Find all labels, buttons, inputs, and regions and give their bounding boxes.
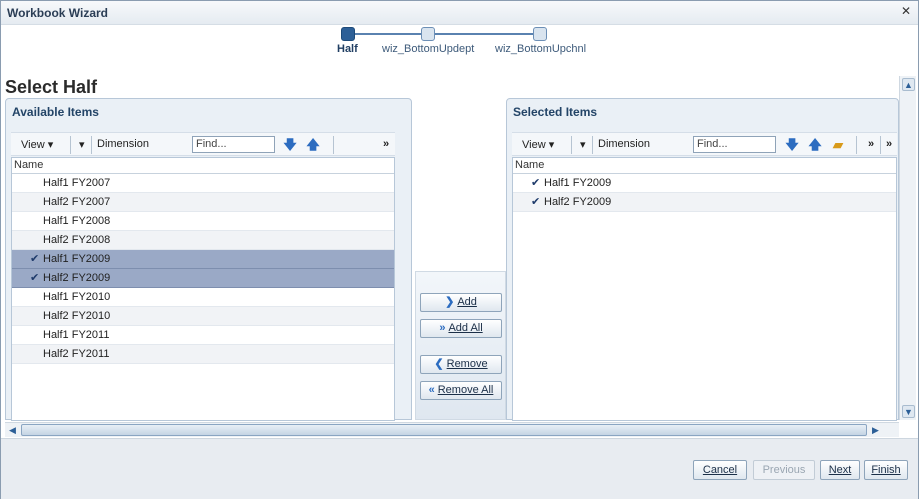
toolbar-overflow-icon[interactable]: » [868, 138, 874, 150]
list-item-label: Half2 FY2010 [43, 310, 111, 322]
column-header-name[interactable]: Name [513, 158, 896, 174]
available-toolbar: View ▾ ▾ Dimension Find... 🡇 🡅 » [11, 132, 395, 156]
previous-button[interactable]: Previous [753, 460, 815, 480]
chevron-left-icon: ❮ [434, 358, 444, 370]
list-item[interactable]: ✔ Half2 FY2009 [513, 193, 896, 212]
selected-toolbar: View ▾ ▾ Dimension Find... 🡇 🡅 ▰ » » [512, 132, 897, 156]
dialog-title: Workbook Wizard [7, 6, 109, 20]
train-label-bottomupchnl[interactable]: wiz_BottomUpchnl [495, 43, 586, 55]
arrow-down-icon[interactable]: 🡇 [282, 136, 298, 153]
cancel-button[interactable]: Cancel [693, 460, 747, 480]
list-item[interactable]: Half2 FY2008 [12, 231, 394, 250]
checkmark-icon: ✔ [531, 177, 541, 189]
find-input[interactable]: Find... [192, 136, 275, 153]
dimension-label[interactable]: Dimension [598, 138, 650, 150]
toolbar-overflow-icon[interactable]: » [383, 138, 389, 150]
double-chevron-left-icon: « [428, 384, 435, 396]
list-item[interactable]: Half2 FY2011 [12, 345, 394, 364]
list-item-label: Half1 FY2009 [43, 253, 111, 265]
selected-items-panel: Selected Items View ▾ ▾ Dimension Find..… [506, 98, 899, 421]
folder-icon[interactable]: ▰ [830, 136, 846, 153]
list-item[interactable]: ✔ Half2 FY2009 [12, 269, 394, 288]
list-item-label: Half1 FY2011 [43, 329, 110, 341]
shuttle-actions: ❯ Add » Add All ❮ Remove «Remove All [415, 271, 506, 420]
dimension-dropdown-arrow[interactable]: ▾ [79, 138, 85, 151]
add-button[interactable]: ❯ Add [420, 293, 502, 312]
workbook-wizard-dialog: Workbook Wizard ✕ Half wiz_BottomUpdept … [0, 0, 919, 499]
list-item-label: Half2 FY2011 [43, 348, 110, 360]
list-item-label: Half1 FY2007 [43, 177, 111, 189]
dialog-titlebar: Workbook Wizard ✕ [1, 1, 918, 25]
list-item-label: Half2 FY2007 [43, 196, 111, 208]
finish-button[interactable]: Finish [864, 460, 908, 480]
double-chevron-right-icon: » [439, 322, 446, 334]
selected-items-title: Selected Items [513, 105, 598, 119]
arrow-down-icon[interactable]: 🡇 [784, 136, 800, 153]
available-items-table: Name Half1 FY2007 Half2 FY2007 Half1 FY200… [11, 157, 395, 421]
list-item[interactable]: Half1 FY2008 [12, 212, 394, 231]
find-input[interactable]: Find... [693, 136, 776, 153]
dimension-dropdown-arrow[interactable]: ▾ [580, 138, 586, 151]
list-item[interactable]: Half1 FY2011 [12, 326, 394, 345]
arrow-up-icon[interactable]: 🡅 [305, 136, 321, 153]
list-item-label: Half2 FY2009 [544, 196, 612, 208]
scroll-down-icon[interactable]: ▼ [902, 405, 915, 418]
list-item[interactable]: Half2 FY2010 [12, 307, 394, 326]
train-label-bottomupdept[interactable]: wiz_BottomUpdept [382, 43, 474, 55]
train-stop-half[interactable] [341, 27, 355, 41]
close-icon[interactable]: ✕ [900, 5, 912, 17]
available-items-panel: Available Items View ▾ ▾ Dimension Find.… [5, 98, 412, 421]
list-item-label: Half1 FY2009 [544, 177, 612, 189]
wizard-train: Half wiz_BottomUpdept wiz_BottomUpchnl [1, 27, 918, 67]
train-connector [435, 33, 533, 35]
scroll-left-icon[interactable]: ◀ [6, 424, 19, 436]
view-menu[interactable]: View ▾ [522, 138, 554, 151]
arrow-up-icon[interactable]: 🡅 [807, 136, 823, 153]
selected-items-table: Name ✔ Half1 FY2009 ✔ Half2 FY2009 [512, 157, 897, 421]
chevron-right-icon: ❯ [445, 296, 455, 308]
scroll-thumb[interactable] [21, 424, 867, 436]
remove-button[interactable]: ❮ Remove [420, 355, 502, 374]
next-button[interactable]: Next [820, 460, 860, 480]
checkmark-icon: ✔ [531, 196, 541, 208]
add-all-button[interactable]: » Add All [420, 319, 502, 338]
checkmark-icon: ✔ [30, 272, 40, 284]
list-item[interactable]: ✔ Half1 FY2009 [513, 174, 896, 193]
vertical-scrollbar[interactable]: ▲ ▼ [899, 76, 916, 420]
list-item[interactable]: ✔ Half1 FY2009 [12, 250, 394, 269]
toolbar-overflow-icon-2[interactable]: » [886, 138, 892, 150]
train-stop-bottomupchnl[interactable] [533, 27, 547, 41]
available-items-title: Available Items [12, 105, 99, 119]
page-title: Select Half [5, 77, 98, 97]
dimension-label[interactable]: Dimension [97, 138, 149, 150]
remove-all-button[interactable]: «Remove All [420, 381, 502, 400]
scroll-right-icon[interactable]: ▶ [869, 424, 882, 436]
scroll-up-icon[interactable]: ▲ [902, 78, 915, 91]
list-item[interactable]: Half1 FY2010 [12, 288, 394, 307]
list-item-label: Half2 FY2008 [43, 234, 111, 246]
train-connector [355, 33, 421, 35]
list-item-label: Half2 FY2009 [43, 272, 111, 284]
list-item[interactable]: Half2 FY2007 [12, 193, 394, 212]
checkmark-icon: ✔ [30, 253, 40, 265]
view-menu[interactable]: View ▾ [21, 138, 53, 151]
dialog-footer: Cancel Previous Next Finish [1, 438, 918, 499]
list-item-label: Half1 FY2010 [43, 291, 111, 303]
train-label-half[interactable]: Half [337, 43, 358, 55]
column-header-name[interactable]: Name [12, 158, 394, 174]
list-item-label: Half1 FY2008 [43, 215, 111, 227]
train-stop-bottomupdept[interactable] [421, 27, 435, 41]
list-item[interactable]: Half1 FY2007 [12, 174, 394, 193]
horizontal-scrollbar[interactable]: ◀ ▶ [5, 422, 899, 437]
